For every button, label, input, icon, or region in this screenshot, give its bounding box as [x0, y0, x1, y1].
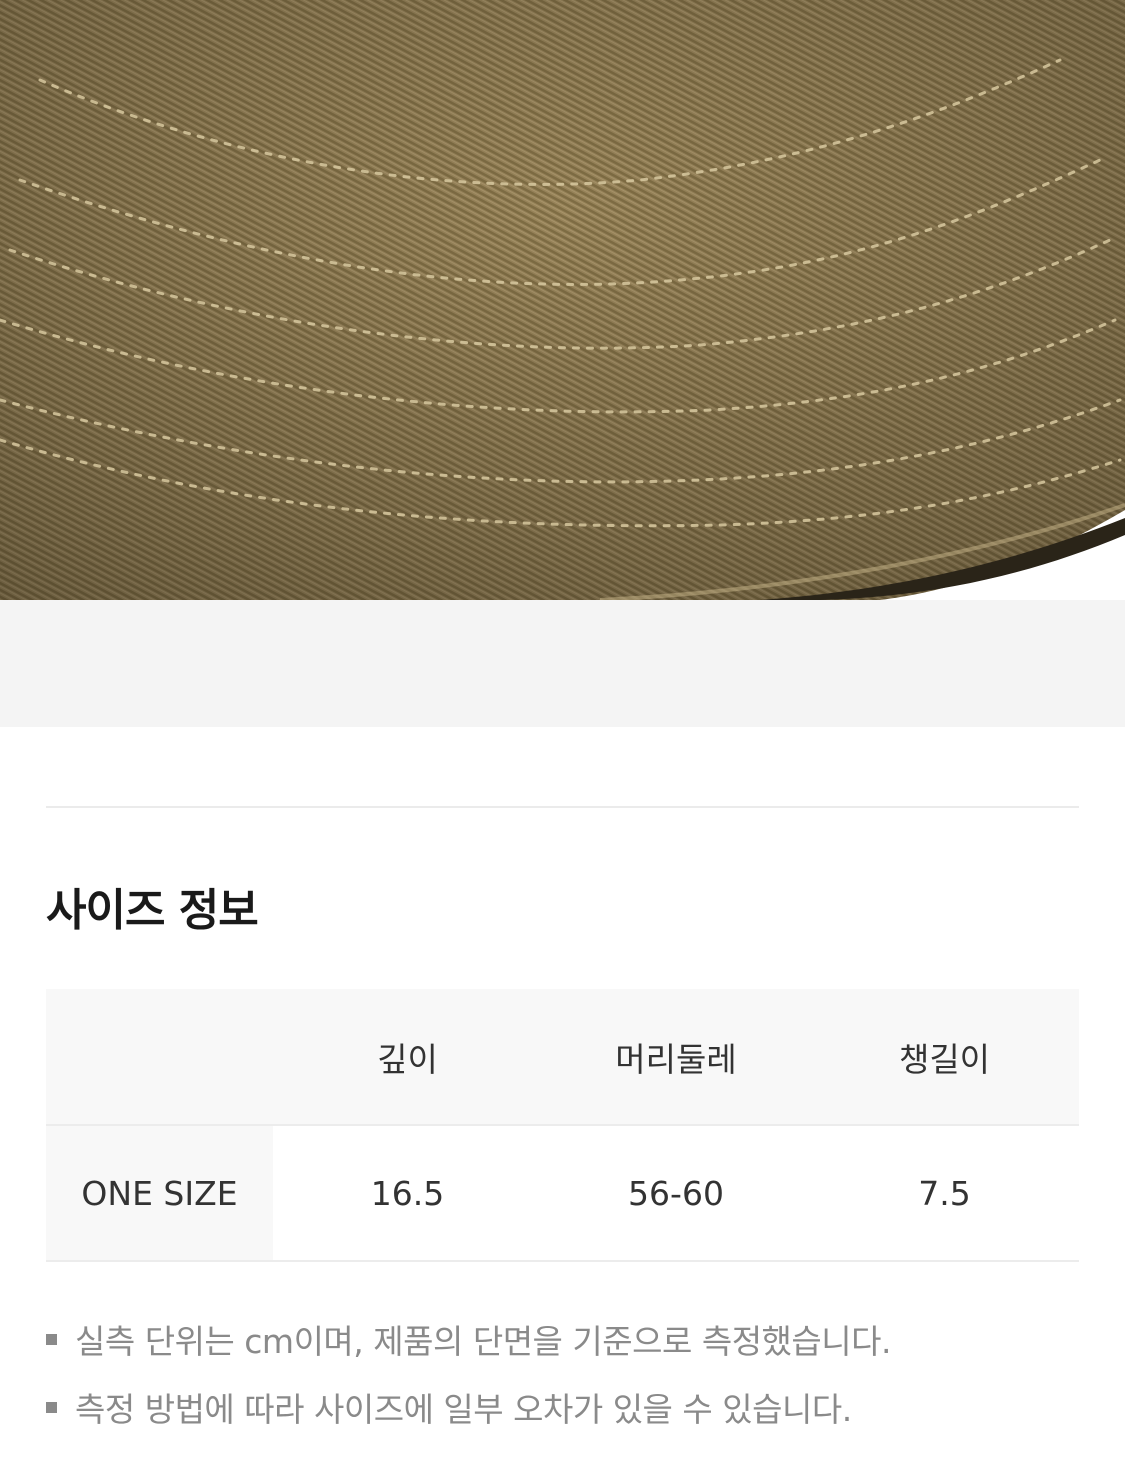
size-value-head-circumference: 56-60 [542, 1125, 810, 1262]
size-table-header-depth: 깊이 [273, 989, 542, 1126]
size-label-one-size: ONE SIZE [46, 1125, 273, 1262]
square-bullet-icon [46, 1401, 57, 1413]
cap-brim-photo [0, 0, 1125, 600]
size-note-text: 실측 단위는 cm이며, 제품의 단면을 기준으로 측정했습니다. [75, 1322, 892, 1361]
product-photo [0, 0, 1125, 600]
size-note-text: 측정 방법에 따라 사이즈에 일부 오차가 있을 수 있습니다. [75, 1390, 852, 1429]
size-value-brim-length: 7.5 [810, 1125, 1079, 1262]
size-table-header-head-circumference: 머리둘레 [542, 989, 810, 1126]
size-notes: 실측 단위는 cm이며, 제품의 단면을 기준으로 측정했습니다. 측정 방법에… [46, 1305, 1086, 1441]
size-table-header-empty [46, 989, 273, 1126]
size-table-header-row: 깊이 머리둘레 챙길이 [46, 989, 1079, 1126]
section-divider [46, 806, 1079, 808]
size-table: 깊이 머리둘레 챙길이 ONE SIZE 16.5 56-60 7.5 [46, 989, 1079, 1262]
list-item: 측정 방법에 따라 사이즈에 일부 오차가 있을 수 있습니다. [46, 1373, 1086, 1441]
square-bullet-icon [46, 1333, 57, 1345]
section-spacer [0, 600, 1125, 727]
table-row: ONE SIZE 16.5 56-60 7.5 [46, 1125, 1079, 1262]
size-value-depth: 16.5 [273, 1125, 542, 1262]
size-table-header-brim-length: 챙길이 [810, 989, 1079, 1126]
size-info-title: 사이즈 정보 [46, 885, 259, 936]
list-item: 실측 단위는 cm이며, 제품의 단면을 기준으로 측정했습니다. [46, 1305, 1086, 1373]
